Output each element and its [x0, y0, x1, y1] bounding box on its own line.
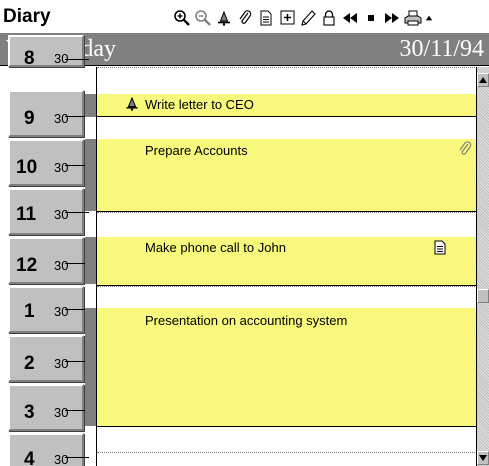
appointment[interactable]: Prepare Accounts: [97, 139, 476, 212]
up-arrow-icon: [425, 15, 433, 20]
hour-block-2[interactable]: 2 30: [8, 335, 84, 382]
pencil-icon: [301, 9, 316, 26]
print-button[interactable]: [403, 7, 423, 29]
hour-block-3[interactable]: 3 30: [8, 384, 84, 431]
diary-window: Diary 30/11/94 8 30 9 30 10 30 11 30 12 …: [0, 0, 489, 466]
busy-indicator: [85, 139, 96, 211]
scrollbar-thumb[interactable]: [477, 289, 489, 303]
time-slot-line: [97, 212, 476, 213]
half-hour-label: 30: [54, 258, 69, 273]
paperclip-icon: [457, 141, 473, 162]
previous-button[interactable]: [340, 7, 360, 29]
scroll-up-arrow[interactable]: [477, 73, 489, 87]
time-slot-line: [97, 452, 476, 453]
fast-forward-icon: [385, 12, 399, 23]
scroll-down-arrow[interactable]: [477, 451, 489, 465]
app-title: Diary: [3, 6, 51, 27]
edit-button[interactable]: [298, 7, 318, 29]
half-hour-label: 30: [54, 356, 69, 371]
scroll-up-button[interactable]: [424, 7, 434, 29]
lock-icon: [323, 9, 335, 26]
zoom-out-icon: [195, 9, 211, 26]
appointment[interactable]: Make phone call to John: [97, 237, 476, 286]
hour-block-12[interactable]: 12 30: [8, 237, 84, 284]
hour-block-8[interactable]: 8 30: [8, 35, 84, 69]
date-display: 30/11/94: [399, 36, 484, 62]
time-slot-line: [97, 67, 476, 68]
hour-label: 10: [16, 157, 38, 178]
zoom-in-button[interactable]: [172, 7, 192, 29]
stop-icon: [368, 14, 374, 21]
schedule-area[interactable]: Write letter to CEO Prepare Accounts Mak…: [96, 67, 476, 466]
note-button[interactable]: [256, 7, 276, 29]
appointment[interactable]: Presentation on accounting system: [97, 308, 476, 427]
down-arrow-icon: [479, 455, 487, 461]
lock-button[interactable]: [319, 7, 339, 29]
printer-icon: [404, 10, 422, 25]
busy-indicator: [85, 237, 96, 284]
hour-block-10[interactable]: 10 30: [8, 139, 84, 186]
bell-icon: [125, 96, 139, 116]
appointment-text: Presentation on accounting system: [145, 313, 348, 328]
hour-label: 8: [24, 48, 35, 69]
hour-block-4[interactable]: 4 30: [8, 433, 84, 466]
time-column: 8 30 9 30 10 30 11 30 12 30 1 30 2 30 3: [0, 35, 96, 466]
today-button[interactable]: [361, 7, 381, 29]
bell-icon: [218, 10, 230, 26]
appointment-text: Make phone call to John: [145, 240, 286, 255]
alarm-button[interactable]: [214, 7, 234, 29]
appointment-text: Prepare Accounts: [145, 143, 248, 158]
busy-indicator: [85, 308, 96, 426]
attach-button[interactable]: [235, 7, 255, 29]
up-arrow-icon: [479, 77, 487, 83]
paperclip-icon: [239, 9, 252, 24]
hour-block-9[interactable]: 9 30: [8, 90, 84, 137]
busy-indicator: [85, 94, 96, 117]
zoom-in-icon: [174, 9, 190, 26]
time-slot-line: [97, 286, 476, 287]
hour-label: 2: [24, 353, 35, 374]
appointment-text: Write letter to CEO: [145, 97, 254, 112]
hour-label: 11: [16, 204, 37, 225]
insert-button[interactable]: [277, 7, 297, 29]
next-button[interactable]: [382, 7, 402, 29]
zoom-out-button[interactable]: [193, 7, 213, 29]
hour-label: 4: [24, 449, 35, 466]
hour-label: 3: [24, 402, 35, 423]
half-hour-label: 30: [54, 405, 69, 420]
half-hour-tick: [65, 212, 89, 213]
note-icon: [260, 10, 272, 25]
plus-box-icon: [280, 10, 294, 25]
half-hour-label: 30: [54, 160, 69, 175]
toolbar: [172, 4, 435, 31]
half-hour-label: 30: [54, 111, 69, 126]
half-hour-label: 30: [54, 452, 69, 466]
rewind-icon: [343, 12, 357, 23]
vertical-scrollbar[interactable]: [476, 67, 489, 466]
hour-label: 9: [24, 108, 35, 129]
half-hour-tick: [65, 59, 89, 60]
half-hour-label: 30: [54, 304, 69, 319]
half-hour-label: 30: [54, 207, 69, 222]
hour-label: 12: [16, 255, 38, 276]
half-hour-tick: [65, 457, 89, 458]
appointment[interactable]: Write letter to CEO: [97, 94, 476, 117]
note-icon: [434, 240, 446, 260]
hour-label: 1: [24, 301, 35, 322]
